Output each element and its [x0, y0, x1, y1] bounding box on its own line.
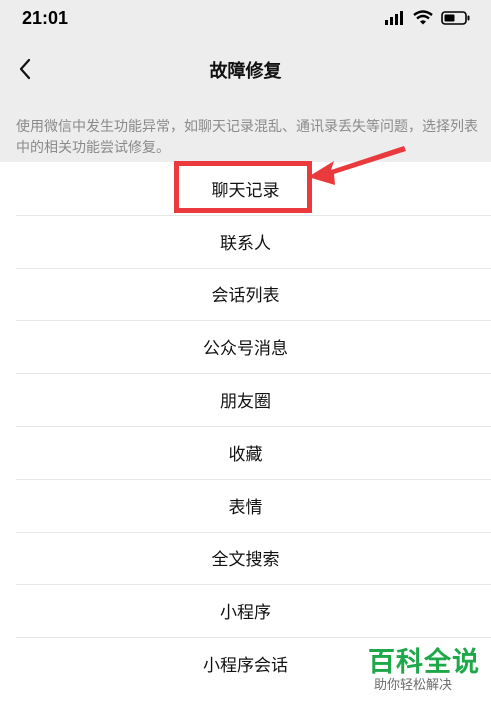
repair-item-contacts[interactable]: 联系人: [0, 214, 491, 268]
repair-item-label: 表情: [228, 497, 263, 518]
repair-item-official-account-messages[interactable]: 公众号消息: [0, 320, 491, 373]
repair-item-label: 小程序会话: [203, 656, 288, 677]
repair-list: 聊天记录 联系人 会话列表 公众号消息 朋友圈 收藏 表情 全文搜索 小程序 小…: [0, 162, 491, 690]
page-title: 故障修复: [209, 61, 282, 82]
repair-item-label: 收藏: [228, 444, 263, 465]
watermark-tagline: 助你轻松解决: [374, 678, 453, 693]
nav-bar: 故障修复: [0, 40, 491, 98]
repair-item-label: 公众号消息: [203, 339, 288, 360]
repair-item-label: 会话列表: [211, 286, 280, 307]
status-bar: 21:01: [0, 0, 491, 40]
header-area: 21:01 故障修复 使用微信中发生功能异常，如聊天记录混乱、通讯录丢失等问题，…: [0, 0, 491, 162]
repair-item-label: 小程序: [220, 603, 271, 624]
wifi-icon: [413, 10, 433, 25]
repair-item-label: 朋友圈: [220, 392, 271, 413]
repair-item-full-text-search[interactable]: 全文搜索: [0, 531, 491, 585]
screen: 21:01 故障修复 使用微信中发生功能异常，如聊天记录混乱、通讯录丢失等问题，…: [0, 0, 491, 701]
repair-item-moments[interactable]: 朋友圈: [0, 373, 491, 426]
arrow-annotation-icon: [308, 146, 406, 185]
repair-item-label: 联系人: [220, 233, 271, 254]
repair-item-favorites[interactable]: 收藏: [0, 425, 491, 479]
status-time: 21:01: [22, 8, 69, 28]
repair-item-stickers[interactable]: 表情: [0, 478, 491, 532]
highlight-box: [174, 161, 312, 213]
status-icons: [385, 10, 471, 25]
repair-item-conversation-list[interactable]: 会话列表: [0, 267, 491, 321]
repair-item-label: 全文搜索: [211, 550, 280, 571]
battery-icon: [441, 10, 470, 25]
watermark: 百科全说 助你轻松解决: [360, 638, 491, 701]
repair-item-mini-programs[interactable]: 小程序: [0, 584, 491, 637]
signal-icon: [385, 10, 403, 25]
